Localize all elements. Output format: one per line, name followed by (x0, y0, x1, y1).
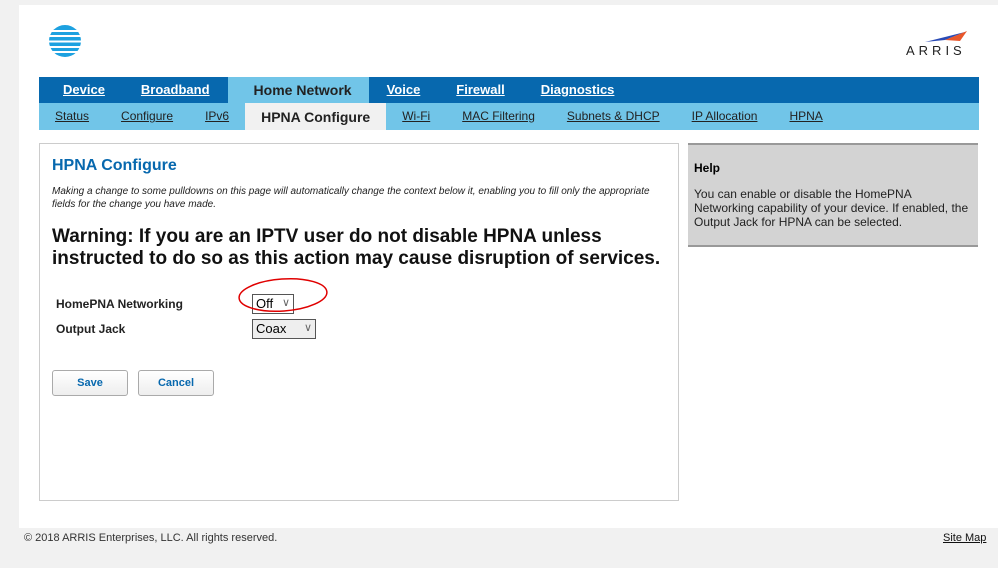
main-nav: Device Broadband Home Network Voice Fire… (39, 77, 979, 103)
context-note: Making a change to some pulldowns on thi… (52, 186, 650, 210)
copyright: © 2018 ARRIS Enterprises, LLC. All right… (24, 532, 278, 544)
subnav-subnets-dhcp[interactable]: Subnets & DHCP (551, 103, 676, 130)
output-jack-label: Output Jack (56, 322, 126, 336)
page-title: HPNA Configure (52, 157, 177, 174)
hpna-configure-panel: HPNA Configure Making a change to some p… (39, 143, 679, 501)
subnav-hpna-configure[interactable]: HPNA Configure (245, 103, 387, 130)
red-circle-annotation (238, 277, 328, 313)
output-jack-select[interactable]: Coax ∨ (252, 319, 316, 339)
subnav-wifi[interactable]: Wi-Fi (386, 103, 446, 130)
chevron-down-icon: ∨ (303, 322, 312, 334)
site-map-link[interactable]: Site Map (943, 532, 986, 544)
nav-firewall[interactable]: Firewall (438, 77, 522, 103)
help-title: Help (694, 161, 721, 175)
iptv-warning: Warning: If you are an IPTV user do not … (52, 226, 661, 269)
help-text: You can enable or disable the HomePNA Ne… (694, 187, 969, 229)
output-jack-value: Coax (256, 321, 287, 336)
subnav-mac-filtering[interactable]: MAC Filtering (446, 103, 551, 130)
save-button[interactable]: Save (52, 370, 128, 396)
sub-nav: Status Configure IPv6 HPNA Configure Wi-… (39, 103, 979, 130)
help-panel: Help You can enable or disable the HomeP… (688, 143, 978, 247)
homepna-networking-label: HomePNA Networking (56, 297, 183, 311)
nav-diagnostics[interactable]: Diagnostics (523, 77, 633, 103)
nav-broadband[interactable]: Broadband (123, 77, 228, 103)
nav-home-network[interactable]: Home Network (227, 77, 369, 103)
subnav-configure[interactable]: Configure (105, 103, 189, 130)
nav-voice[interactable]: Voice (369, 77, 439, 103)
cancel-button[interactable]: Cancel (138, 370, 214, 396)
att-logo (48, 25, 82, 57)
nav-device[interactable]: Device (39, 77, 123, 103)
subnav-hpna[interactable]: HPNA (773, 103, 838, 130)
subnav-status[interactable]: Status (39, 103, 105, 130)
arris-logo (925, 31, 967, 42)
subnav-ipv6[interactable]: IPv6 (189, 103, 245, 130)
subnav-ip-allocation[interactable]: IP Allocation (676, 103, 774, 130)
arris-logo-text: ARRIS (906, 43, 966, 58)
